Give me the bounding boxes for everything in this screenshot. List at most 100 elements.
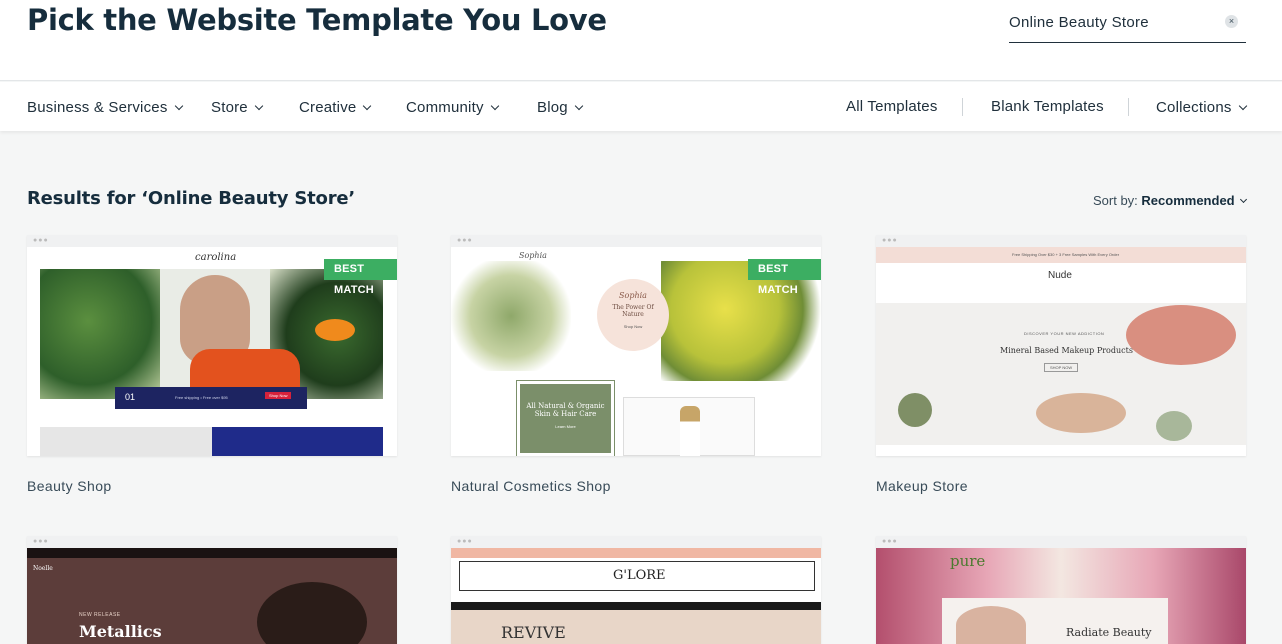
thumb-hero [40, 269, 383, 399]
template-name[interactable]: Natural Cosmetics Shop [451, 478, 611, 494]
thumb-topbar [451, 548, 821, 558]
window-dots-icon: ●●● [882, 538, 898, 545]
thumb-topbar [27, 548, 397, 558]
browser-bar: ●●● [27, 235, 397, 247]
nav-label: Store [211, 99, 248, 116]
nav-label: Collections [1156, 99, 1232, 116]
nav-collections[interactable]: Collections [1156, 99, 1247, 116]
template-thumbnail[interactable]: ●●● Sophia Sophia The Power Of Nature Sh… [451, 235, 821, 456]
chevron-down-icon [363, 101, 372, 111]
clear-search-icon[interactable]: × [1225, 15, 1238, 28]
thumb-product-frame [623, 397, 755, 456]
thumb-hero: REVIVE [451, 610, 821, 644]
window-dots-icon: ●●● [882, 237, 898, 244]
nav-divider [962, 98, 963, 116]
powder-decoration [1036, 393, 1126, 433]
thumb-banner: Free Shipping Over $30 + 3 Free Samples … [876, 247, 1246, 263]
window-dots-icon: ●●● [457, 237, 473, 244]
chevron-down-icon [254, 101, 264, 111]
thumb-hero-heading: Radiate Beauty [1066, 626, 1152, 639]
toucan-beak [315, 319, 355, 341]
thumb-page: Noelle NEW RELEASE Metallics [27, 548, 397, 644]
top-header: Pick the Website Template You Love Onlin… [0, 0, 1282, 81]
browser-bar: ●●● [876, 536, 1246, 548]
thumb-page: Free Shipping Over $30 + 3 Free Samples … [876, 247, 1246, 456]
nav-divider [1128, 98, 1129, 116]
browser-bar: ●●● [876, 235, 1246, 247]
thumb-logo: pure [950, 552, 986, 570]
window-dots-icon: ●●● [33, 237, 49, 244]
browser-bar: ●●● [27, 536, 397, 548]
category-nav: Business & Services Store Creative Commu… [0, 82, 1282, 131]
thumb-strip [451, 602, 821, 610]
nav-label: Creative [299, 99, 357, 116]
template-thumbnail[interactable]: ●●● G'LORE REVIVE [451, 536, 821, 644]
template-thumbnail[interactable]: ●●● Noelle NEW RELEASE Metallics [27, 536, 397, 644]
browser-bar: ●●● [451, 536, 821, 548]
nav-business-services[interactable]: Business & Services [27, 99, 183, 116]
thumb-hero-text: The Power Of Nature [612, 304, 654, 318]
window-dots-icon: ●●● [457, 538, 473, 545]
template-thumbnail[interactable]: ●●● pure Radiate Beauty [876, 536, 1246, 644]
thumb-box-button: Learn More [555, 424, 576, 429]
thumb-hero-heading: Metallics [79, 622, 162, 641]
thumb-hero-heading: Mineral Based Makeup Products [1000, 346, 1133, 355]
template-name[interactable]: Makeup Store [876, 478, 968, 494]
product-bottle [680, 406, 700, 456]
page-title: Pick the Website Template You Love [27, 3, 607, 37]
best-match-badge: BEST MATCH [748, 259, 821, 296]
thumb-hero-circle: Sophia The Power Of Nature Shop Now [597, 279, 669, 351]
thumb-hero-logo: Sophia [619, 291, 647, 300]
sort-label: Sort by: [1093, 193, 1138, 208]
leaf-decoration [40, 269, 160, 399]
nav-creative[interactable]: Creative [299, 99, 372, 116]
thumb-hero-button: SHOP NOW [1044, 363, 1079, 372]
powder-decoration [1156, 411, 1192, 441]
thumb-banner: 01 Free shipping • Free over $95 Shop No… [115, 387, 307, 409]
model-face [956, 606, 1026, 644]
nav-blank-templates[interactable]: Blank Templates [991, 98, 1104, 115]
nav-all-templates[interactable]: All Templates [846, 98, 938, 115]
powder-decoration [898, 393, 932, 427]
thumb-banner-text: Free shipping • Free over $95 [175, 395, 228, 400]
botanical-decoration [451, 261, 571, 371]
thumb-logo: Nude [1048, 270, 1072, 281]
thumb-logo: Sophia [519, 251, 547, 260]
chevron-down-icon [174, 101, 183, 111]
results-heading: Results for ‘Online Beauty Store’ [27, 188, 356, 209]
model-silhouette [257, 582, 367, 644]
nav-community[interactable]: Community [406, 99, 499, 116]
thumb-logo: carolina [195, 252, 237, 263]
thumb-logo: Noelle [33, 565, 53, 572]
thumb-hero: DISCOVER YOUR NEW ADDICTION Mineral Base… [876, 303, 1246, 445]
template-thumbnail[interactable]: ●●● Free Shipping Over $30 + 3 Free Samp… [876, 235, 1246, 456]
thumb-page: G'LORE REVIVE [451, 548, 821, 644]
chevron-down-icon [1238, 101, 1247, 111]
best-match-badge: BEST MATCH [324, 259, 397, 296]
thumb-box-text: All Natural & Organic Skin & Hair Care [526, 402, 605, 418]
template-name[interactable]: Beauty Shop [27, 478, 112, 494]
chevron-down-icon [490, 101, 499, 111]
thumb-block [212, 427, 383, 456]
thumb-banner-number: 01 [125, 392, 136, 402]
nav-store[interactable]: Store [211, 99, 264, 116]
thumb-hero: Radiate Beauty [942, 598, 1168, 644]
thumb-hero-tag: DISCOVER YOUR NEW ADDICTION [1024, 331, 1105, 336]
nav-label: Business & Services [27, 99, 168, 116]
nav-blog[interactable]: Blog [537, 99, 584, 116]
browser-bar: ●●● [451, 235, 821, 247]
thumb-banner-text: Free Shipping Over $30 + 3 Free Samples … [1012, 252, 1120, 257]
thumb-hero-heading: REVIVE [501, 623, 566, 642]
thumb-banner-button: Shop Now [265, 392, 292, 399]
nav-label: Community [406, 99, 484, 116]
sort-value: Recommended [1141, 193, 1235, 208]
thumb-header-box: G'LORE [459, 561, 815, 591]
sort-dropdown[interactable]: Sort by: Recommended [1093, 193, 1247, 208]
search-input[interactable]: Online Beauty Store [1009, 14, 1149, 31]
thumb-hero-tag: NEW RELEASE [79, 612, 121, 618]
chevron-down-icon [1239, 195, 1247, 204]
thumb-block [40, 427, 212, 456]
template-thumbnail[interactable]: ●●● carolina 01 Free shipping • Free ove… [27, 235, 397, 456]
powder-decoration [1126, 305, 1236, 365]
search-field[interactable]: Online Beauty Store × [1009, 7, 1246, 43]
